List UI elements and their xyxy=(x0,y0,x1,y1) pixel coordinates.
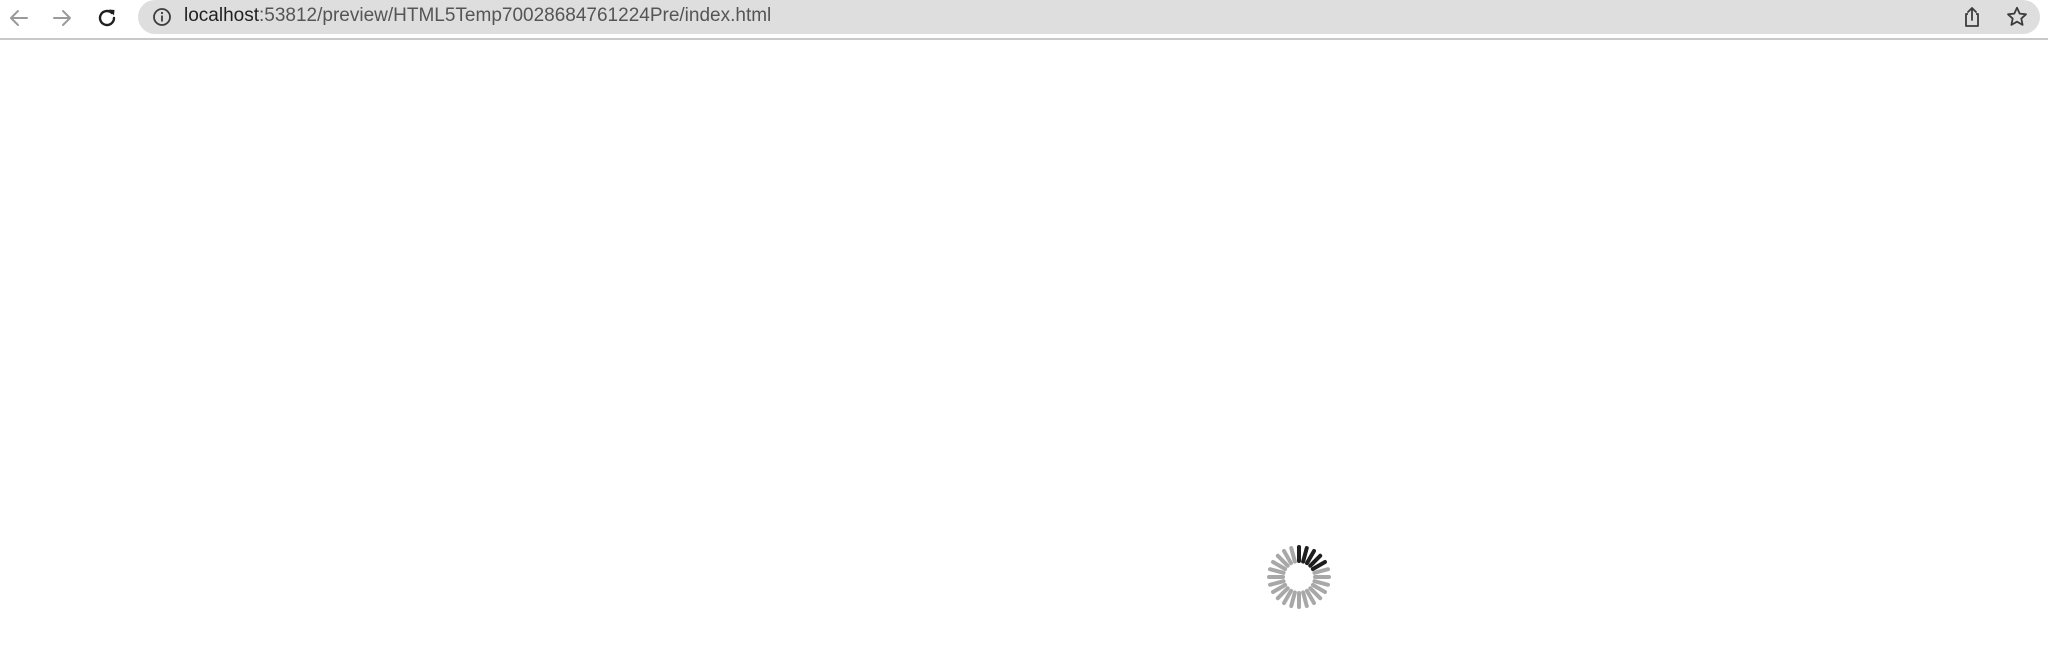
spinner-spoke xyxy=(1312,567,1330,575)
spinner-spoke xyxy=(1301,546,1309,564)
star-icon[interactable] xyxy=(2005,5,2029,29)
spinner-spoke xyxy=(1268,567,1286,575)
page-content xyxy=(0,40,2048,667)
arrow-left-icon xyxy=(10,10,28,26)
forward-button[interactable] xyxy=(46,2,78,34)
browser-toolbar: localhost:53812/preview/HTML5Temp7002868… xyxy=(0,0,2048,40)
arrow-right-icon xyxy=(53,10,71,26)
spinner-spoke xyxy=(1301,590,1309,608)
loading-spinner-icon xyxy=(1267,545,1331,609)
url-text[interactable]: localhost:53812/preview/HTML5Temp7002868… xyxy=(184,0,771,34)
info-circle-icon[interactable] xyxy=(152,7,172,27)
reload-icon xyxy=(98,9,116,27)
spinner-spoke xyxy=(1289,546,1297,564)
spinner-spoke xyxy=(1289,590,1297,608)
url-host: localhost xyxy=(184,5,259,26)
url-path: :53812/preview/HTML5Temp70028684761224Pr… xyxy=(259,5,772,26)
spinner-spoke xyxy=(1312,579,1330,587)
address-bar[interactable]: localhost:53812/preview/HTML5Temp7002868… xyxy=(138,0,2040,34)
back-button[interactable] xyxy=(3,2,35,34)
share-icon[interactable] xyxy=(1960,5,1984,29)
reload-button[interactable] xyxy=(91,2,123,34)
spinner-spoke xyxy=(1268,579,1286,587)
